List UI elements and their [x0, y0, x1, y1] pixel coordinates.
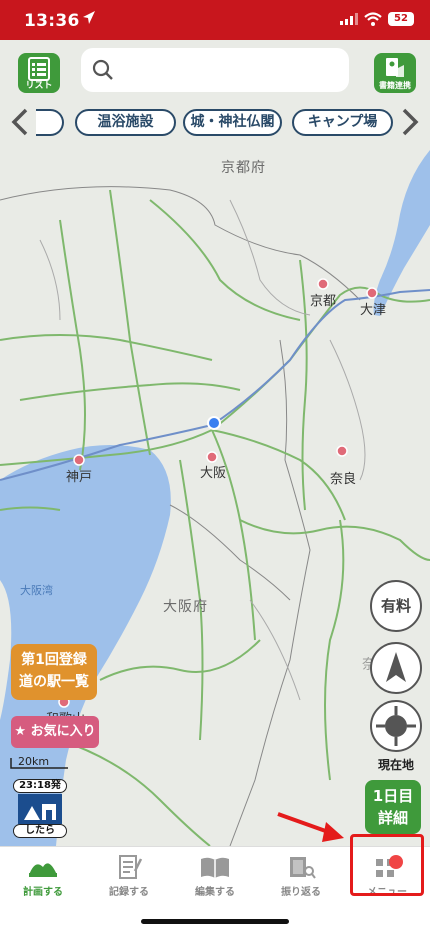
search-icon — [92, 59, 113, 80]
compass-icon — [386, 652, 406, 682]
highlight-box — [350, 834, 424, 896]
status-time: 13:36 — [24, 11, 80, 31]
tab-review-label: 振り返る — [281, 887, 321, 898]
star-icon: ★ — [14, 724, 27, 739]
city-label-nara: 奈良 — [330, 472, 357, 487]
book-link-icon — [386, 58, 404, 77]
departure-time: 23:18発 — [13, 779, 67, 793]
current-location-label: 現在地 — [377, 758, 414, 772]
tab-record[interactable]: 記録する — [86, 847, 172, 899]
wifi-icon — [364, 12, 382, 26]
day-label: 1日目 — [372, 787, 414, 805]
book-link-button[interactable]: 書籍連携 — [374, 53, 416, 93]
tab-record-label: 記録する — [109, 887, 149, 898]
station-label-line1: 第1回登録 — [21, 652, 87, 668]
current-location-button[interactable] — [370, 700, 422, 752]
city-label-otsu: 大津 — [360, 303, 387, 318]
city-label-kyoto: 京都 — [310, 294, 337, 309]
list-button-label: リスト — [25, 81, 53, 91]
favorites-button[interactable]: ★ お気に入り — [11, 716, 99, 748]
city-label-osaka: 大阪 — [200, 466, 227, 481]
departure-badge[interactable]: 23:18発 したら — [13, 779, 67, 839]
category-chip-row: 温浴施設 城・神社仏閣 キャンプ場 — [0, 105, 430, 139]
edit-book-icon — [201, 857, 229, 878]
bay-label: 大阪湾 — [20, 584, 53, 597]
tab-plan[interactable]: 計画する — [0, 847, 86, 899]
status-bar: 13:36 52 — [0, 0, 430, 40]
chevron-right-icon[interactable] — [396, 106, 422, 138]
app-screen: 13:36 52 京都府 大阪府 京都 大津 神戸 大阪 奈良 大阪湾 リスト … — [0, 0, 430, 931]
crosshair-icon — [376, 706, 416, 746]
record-icon — [119, 855, 143, 879]
tab-edit[interactable]: 編集する — [172, 847, 258, 899]
favorites-label: お気に入り — [30, 724, 96, 739]
location-arrow-icon — [83, 11, 95, 24]
station-label-line2: 道の駅一覧 — [19, 674, 89, 690]
battery-icon: 52 — [388, 12, 414, 26]
home-indicator — [141, 919, 289, 924]
toll-road-label: 有料 — [380, 597, 411, 615]
category-chip-castle-shrine[interactable]: 城・神社仏閣 — [183, 109, 282, 136]
departure-sub: したら — [13, 824, 67, 838]
day-detail-button[interactable]: 1日目 詳細 — [365, 780, 421, 834]
tab-review[interactable]: 振り返る — [258, 847, 344, 899]
prefecture-label-kyoto: 京都府 — [221, 160, 266, 176]
signal-icon — [340, 13, 358, 25]
chevron-left-icon[interactable] — [8, 106, 34, 138]
plan-icon — [29, 863, 57, 877]
category-chip-partial[interactable] — [36, 109, 64, 136]
category-chip-hot-spring[interactable]: 温浴施設 — [75, 109, 176, 136]
roadside-station-list-button[interactable]: 第1回登録 道の駅一覧 — [11, 644, 97, 700]
list-button[interactable]: リスト — [18, 53, 60, 93]
toll-road-toggle[interactable]: 有料 — [370, 580, 422, 632]
category-chip-campsite[interactable]: キャンプ場 — [292, 109, 393, 136]
review-icon — [290, 857, 316, 879]
prefecture-label-osaka: 大阪府 — [163, 599, 208, 615]
compass-button[interactable] — [370, 642, 422, 694]
detail-label: 詳細 — [377, 809, 408, 827]
tab-edit-label: 編集する — [195, 887, 235, 898]
scale-label: 20km — [18, 755, 50, 768]
book-link-label: 書籍連携 — [379, 81, 411, 90]
search-input[interactable] — [81, 48, 349, 92]
roadside-station-icon — [18, 794, 62, 824]
city-label-kobe: 神戸 — [66, 470, 93, 485]
tab-plan-label: 計画する — [23, 887, 63, 898]
